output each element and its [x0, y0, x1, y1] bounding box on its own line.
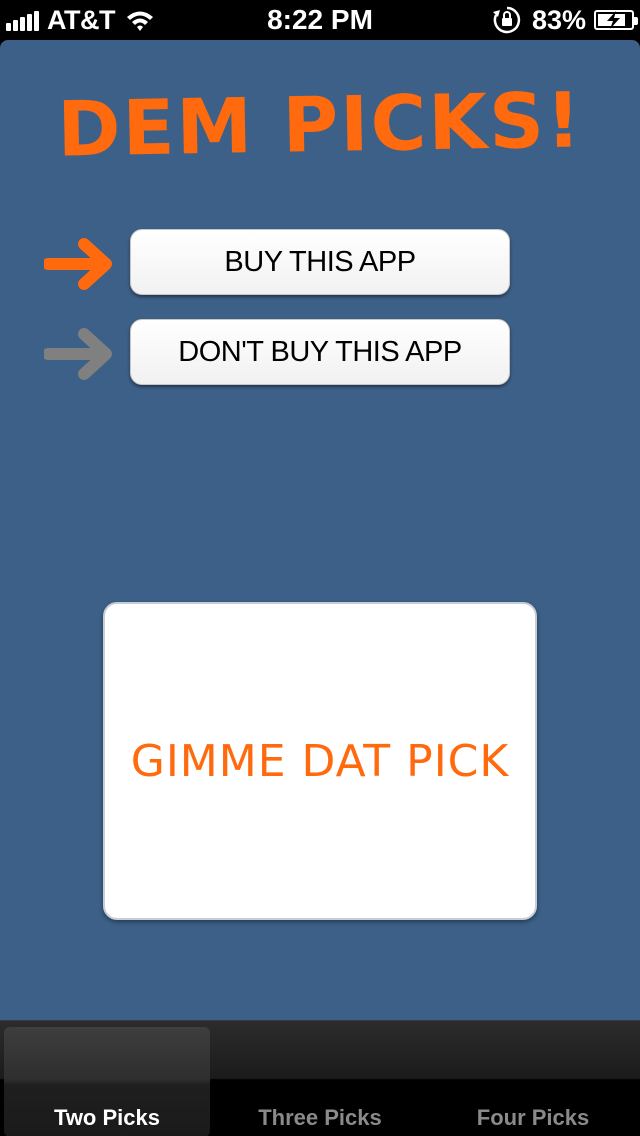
- main-content: DEM PICKS! BUY THIS APP DON'T BUY THIS A…: [0, 40, 640, 1020]
- status-right: 83%: [492, 0, 638, 40]
- pick-button-label: GIMME DAT PICK: [130, 735, 510, 787]
- tab-two-picks[interactable]: Two Picks: [4, 1027, 210, 1136]
- status-bar: AT&T 8:22 PM 83%: [0, 0, 640, 40]
- gimme-pick-button[interactable]: GIMME DAT PICK: [103, 602, 537, 920]
- buy-this-app-button[interactable]: BUY THIS APP: [130, 229, 510, 295]
- battery-percent: 83%: [531, 4, 586, 35]
- battery-charging-icon: [594, 10, 638, 30]
- rotation-lock-icon: [492, 6, 521, 34]
- app-title: DEM PICKS!: [56, 75, 584, 174]
- tab-four-picks[interactable]: Four Picks: [430, 1027, 636, 1136]
- tab-three-picks[interactable]: Three Picks: [217, 1027, 423, 1136]
- dont-buy-this-app-button[interactable]: DON'T BUY THIS APP: [130, 319, 510, 385]
- tab-bar: Two Picks Three Picks Four Picks: [0, 1020, 640, 1136]
- arrow-right-icon: [44, 238, 112, 290]
- arrow-right-icon: [44, 328, 112, 380]
